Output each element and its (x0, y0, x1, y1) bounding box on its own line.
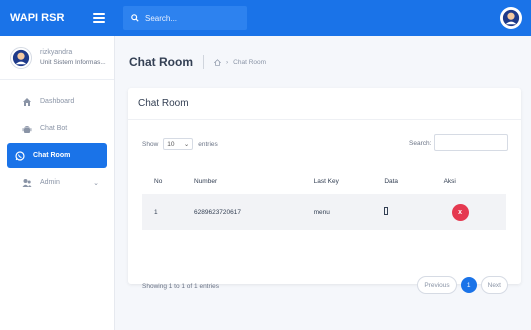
sidebar-item-label: Chat Bot (40, 125, 68, 132)
avatar-icon (502, 9, 520, 27)
android-icon (22, 124, 32, 134)
table-search-label: Search: (409, 140, 432, 147)
page-header: Chat Room › Chat Room (115, 36, 531, 88)
home-icon[interactable] (214, 58, 221, 66)
user-profile: rizkyandra Unit Sistem Informas... (0, 36, 114, 80)
table-info: Showing 1 to 1 of 1 entries (142, 283, 219, 290)
divider (203, 55, 204, 69)
entries-select[interactable]: 10 ⌄ (163, 138, 194, 150)
entries-length: Show 10 ⌄ entries (142, 138, 218, 150)
cell-data (384, 194, 444, 230)
sidebar: rizkyandra Unit Sistem Informas... Dashb… (0, 36, 115, 330)
chat-room-card: Chat Room Show 10 ⌄ entries Search: No N… (128, 88, 521, 294)
users-icon (22, 178, 32, 188)
previous-button[interactable]: Previous (417, 276, 457, 294)
sidebar-item-chat-bot[interactable]: Chat Bot (7, 116, 107, 141)
chevron-right-icon: › (226, 58, 229, 66)
page-1-button[interactable]: 1 (460, 277, 477, 293)
chat-room-table: No Number Last Key Data Aksi 1 628962372… (142, 168, 506, 230)
delete-button[interactable]: x (451, 203, 469, 221)
user-name: rizkyandra (40, 48, 73, 56)
avatar-icon (12, 49, 30, 66)
whatsapp-icon (15, 150, 25, 161)
breadcrumb-current: Chat Room (233, 58, 267, 66)
top-navbar: WAPI RSR Search... (0, 0, 531, 36)
user-unit: Unit Sistem Informas... (40, 58, 106, 66)
table-search-input[interactable] (434, 134, 508, 151)
next-button[interactable]: Next (480, 276, 508, 294)
cell-number: 6289623720617 (194, 194, 314, 230)
home-icon (22, 97, 32, 107)
breadcrumb: › Chat Room (214, 59, 266, 66)
table-row: 1 6289623720617 menu x (142, 194, 506, 230)
sidebar-item-dashboard[interactable]: Dashboard (7, 89, 107, 114)
pagination: Previous 1 Next (417, 276, 508, 294)
column-header-number[interactable]: Number (194, 168, 314, 194)
hamburger-menu-icon[interactable] (93, 13, 105, 23)
column-header-last-key[interactable]: Last Key (314, 168, 385, 194)
card-title: Chat Room (128, 88, 521, 120)
cell-no: 1 (142, 194, 194, 230)
sidebar-item-label: Dashboard (40, 98, 75, 105)
column-header-aksi[interactable]: Aksi (444, 168, 506, 194)
user-avatar-button[interactable] (500, 7, 522, 29)
cell-aksi: x (443, 194, 506, 230)
search-placeholder: Search... (145, 13, 178, 23)
chevron-down-icon: ⌄ (183, 141, 190, 148)
data-icon[interactable] (384, 207, 389, 215)
search-icon (131, 14, 139, 22)
brand-name[interactable]: WAPI RSR (10, 12, 64, 24)
column-header-data[interactable]: Data (384, 168, 443, 194)
sidebar-item-label: Chat Room (33, 152, 71, 159)
entries-label: entries (198, 140, 218, 148)
sidebar-item-label: Admin (40, 179, 60, 186)
brand: WAPI RSR (0, 0, 115, 36)
sidebar-item-admin[interactable]: Admin ⌄ (7, 170, 107, 195)
chevron-down-icon: ⌄ (93, 179, 99, 187)
avatar (10, 46, 32, 69)
table-controls: Show 10 ⌄ entries Search: (128, 134, 521, 156)
sidebar-item-chat-room[interactable]: Chat Room (7, 143, 107, 168)
cell-last-key: menu (313, 194, 385, 230)
show-label: Show (142, 140, 159, 148)
entries-value: 10 (167, 140, 175, 148)
sidebar-nav: Dashboard Chat Bot Chat Room Admin ⌄ (0, 80, 114, 195)
search-input[interactable]: Search... (123, 6, 247, 30)
column-header-no[interactable]: No (142, 168, 194, 194)
table-header-row: No Number Last Key Data Aksi (142, 168, 506, 194)
main-content: Chat Room › Chat Room Chat Room Show 10 … (115, 36, 531, 330)
page-title: Chat Room (129, 55, 193, 69)
